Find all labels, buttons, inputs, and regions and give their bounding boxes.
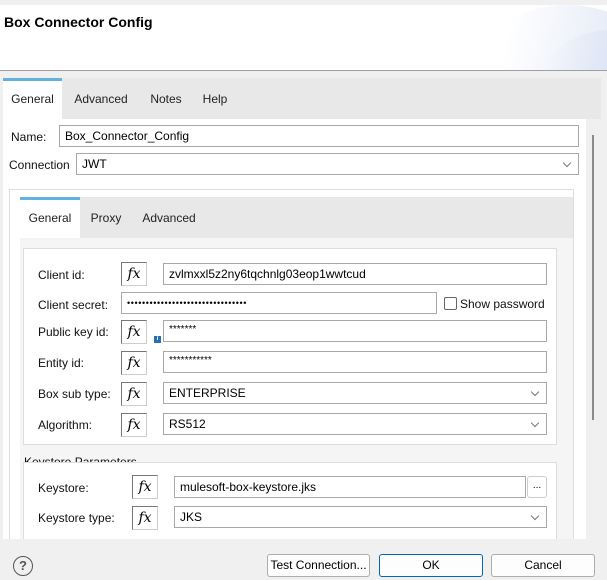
connection-label: Connection [9, 158, 70, 172]
inner-tab-proxy[interactable]: Proxy [82, 197, 130, 238]
show-password-label[interactable]: Show password [460, 297, 545, 311]
box-sub-type-select[interactable]: ENTERPRISE [163, 382, 547, 404]
keystore-type-label: Keystore type: [38, 511, 115, 525]
name-label: Name: [11, 130, 47, 144]
public-key-id-label: Public key id: [38, 325, 109, 339]
fx-icon[interactable]: fx [132, 475, 158, 499]
browse-button[interactable]: ... [527, 476, 547, 498]
fx-icon[interactable]: fx [121, 382, 147, 406]
connection-select[interactable]: JWT [76, 153, 579, 175]
tab-help[interactable]: Help [196, 78, 234, 119]
general-group: Client id: fx zvlmxxl5z2ny6tqchnlg03eop1… [23, 248, 557, 445]
keystore-label: Keystore: [38, 481, 89, 495]
algorithm-label: Algorithm: [38, 418, 93, 432]
test-connection-button[interactable]: Test Connection... [267, 554, 370, 577]
scrollbar-thumb[interactable] [592, 135, 594, 420]
name-input[interactable]: Box_Connector_Config [59, 125, 579, 147]
fx-icon[interactable]: fx [121, 262, 147, 286]
connection-box: General Proxy Advanced Client id: fx zvl… [9, 189, 574, 539]
client-secret-label: Client secret: [38, 298, 109, 312]
keystore-input[interactable]: mulesoft-box-keystore.jks [174, 476, 526, 498]
ok-button[interactable]: OK [379, 554, 483, 577]
fx-icon[interactable]: fx [121, 351, 147, 375]
vertical-scrollbar[interactable] [588, 119, 600, 539]
help-icon[interactable]: ? [13, 556, 33, 576]
keystore-type-select[interactable]: JKS [174, 506, 547, 528]
dialog-title: Box Connector Config [4, 14, 153, 30]
inner-tab-advanced[interactable]: Advanced [135, 197, 203, 238]
tab-notes[interactable]: Notes [144, 78, 188, 119]
fx-icon[interactable]: fx [121, 320, 147, 344]
cancel-button[interactable]: Cancel [491, 554, 595, 577]
entity-id-input[interactable]: *********** [163, 351, 547, 373]
client-secret-input[interactable]: •••••••••••••••••••••••••••••••• [121, 292, 437, 314]
public-key-id-input[interactable]: ******* [163, 320, 547, 342]
inner-tab-general[interactable]: General [20, 197, 80, 238]
inner-tab-content: Client id: fx zvlmxxl5z2ny6tqchnlg03eop1… [20, 238, 573, 539]
fx-icon[interactable]: fx [132, 506, 158, 530]
entity-id-label: Entity id: [38, 356, 85, 370]
keystore-group: Keystore: fx mulesoft-box-keystore.jks .… [23, 462, 557, 539]
algorithm-select[interactable]: RS512 [163, 413, 547, 435]
dialog-header: Box Connector Config [0, 5, 607, 71]
tab-general[interactable]: General [3, 78, 62, 119]
box-sub-type-label: Box sub type: [38, 387, 111, 401]
info-icon: i [154, 336, 161, 343]
outer-tab-bar: General Advanced Notes Help [3, 78, 601, 119]
tab-advanced[interactable]: Advanced [69, 78, 133, 119]
fx-icon[interactable]: fx [121, 413, 147, 437]
show-password-checkbox[interactable] [444, 297, 457, 310]
general-panel: Name: Box_Connector_Config Connection JW… [3, 119, 586, 539]
inner-tab-bar: General Proxy Advanced [20, 197, 573, 238]
client-id-label: Client id: [38, 268, 85, 282]
client-id-input[interactable]: zvlmxxl5z2ny6tqchnlg03eop1wwtcud [163, 263, 547, 285]
